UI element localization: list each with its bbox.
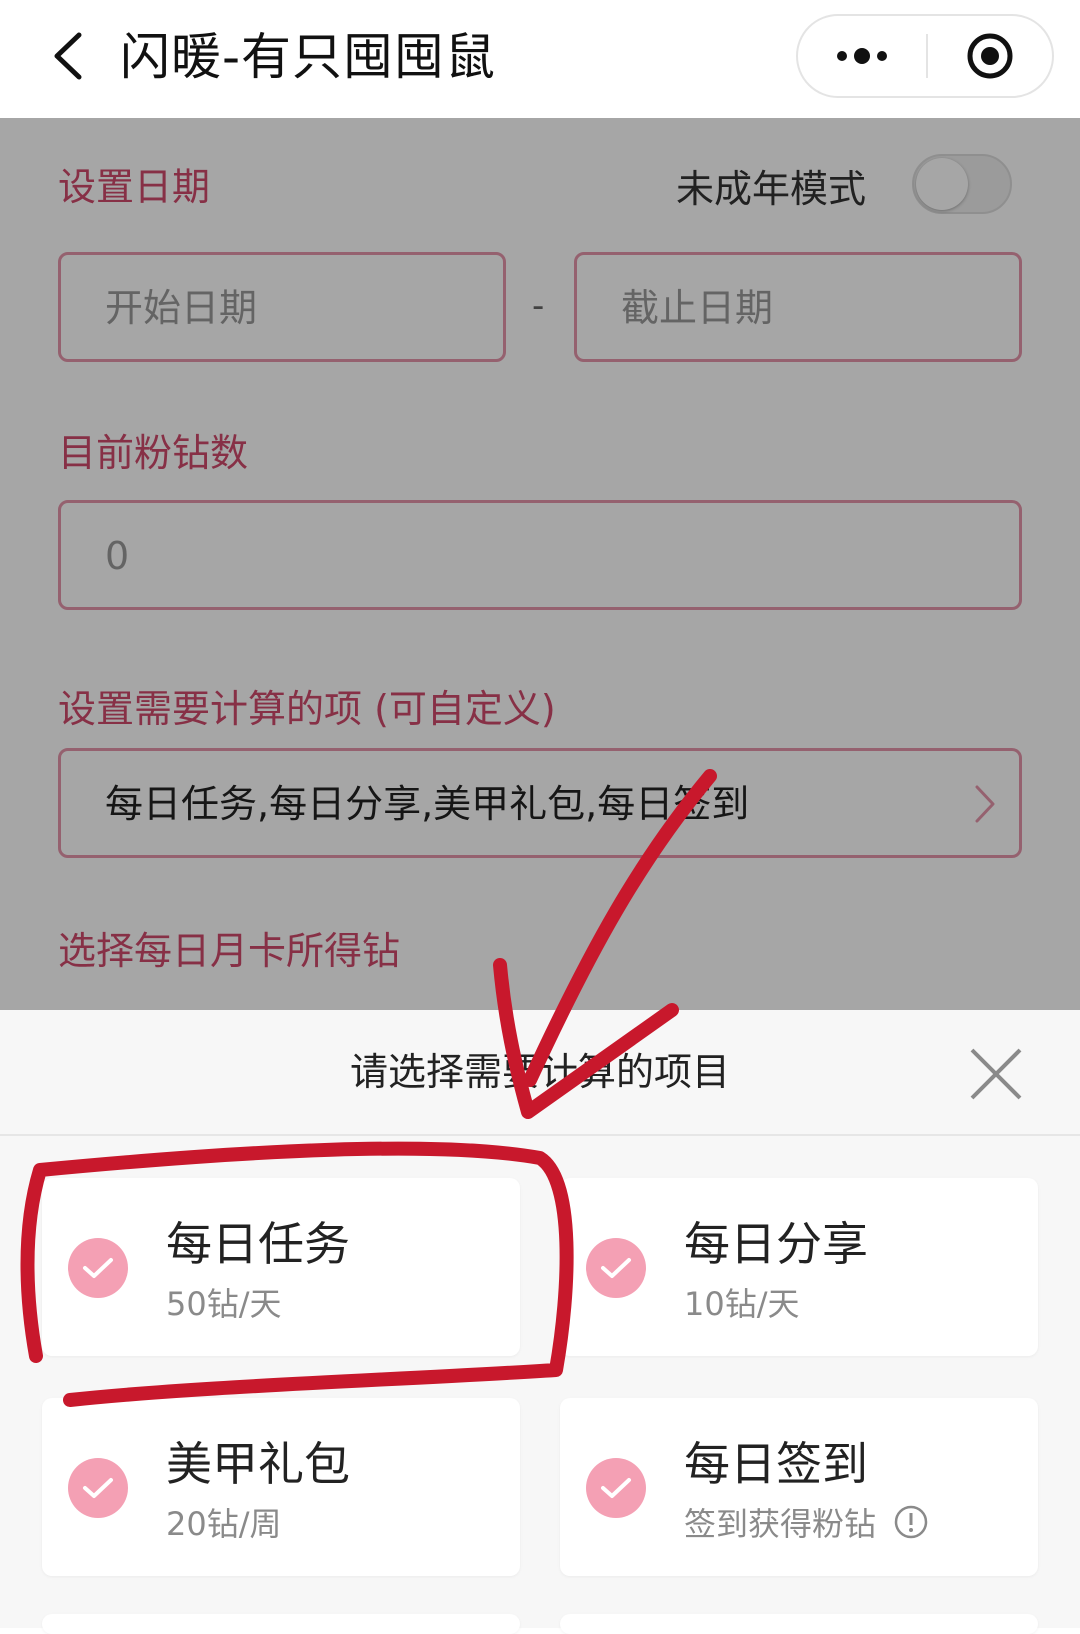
back-button[interactable]: [38, 26, 98, 86]
navbar: 闪暖-有只囤囤鼠: [0, 0, 1080, 118]
sheet-title: 请选择需要计算的项目: [349, 1050, 730, 1094]
option-reward: 10钻/天: [684, 1285, 800, 1323]
exit-mini-program-button[interactable]: [928, 16, 1052, 96]
option-daily-share[interactable]: 每日分享 10钻/天: [560, 1178, 1038, 1356]
check-icon: [586, 1238, 646, 1298]
more-button[interactable]: [798, 16, 926, 96]
chevron-left-icon: [54, 32, 82, 80]
option-daily-checkin[interactable]: 每日签到 签到获得粉钻: [560, 1398, 1038, 1576]
sheet-close-button[interactable]: [968, 1046, 1024, 1102]
option-partial[interactable]: [42, 1614, 520, 1634]
option-reward: 50钻/天: [166, 1285, 282, 1323]
option-name: 每日分享: [684, 1217, 868, 1271]
option-reward-text: 签到获得粉钻: [684, 1505, 877, 1543]
target-circle-icon: [967, 33, 1013, 79]
option-nail-gift[interactable]: 美甲礼包 20钻/周: [42, 1398, 520, 1576]
more-dots-icon: [837, 48, 887, 64]
check-icon: [586, 1458, 646, 1518]
modal-overlay[interactable]: [0, 118, 1080, 1010]
option-name: 每日任务: [166, 1217, 350, 1271]
option-daily-task[interactable]: 每日任务 50钻/天: [42, 1178, 520, 1356]
option-reward: 签到获得粉钻: [684, 1502, 928, 1546]
check-icon: [68, 1458, 128, 1518]
option-name: 美甲礼包: [166, 1437, 350, 1491]
mini-program-capsule: [796, 14, 1054, 98]
sheet-header: 请选择需要计算的项目: [0, 1010, 1080, 1136]
option-partial[interactable]: [560, 1614, 1038, 1634]
option-name: 每日签到: [684, 1437, 868, 1491]
option-reward: 20钻/周: [166, 1505, 282, 1543]
check-icon: [68, 1238, 128, 1298]
close-x-icon: [970, 1048, 1022, 1100]
info-icon[interactable]: [894, 1505, 928, 1539]
item-picker-sheet: 请选择需要计算的项目 每日任务 50钻/天 每日分享 10钻/天 美甲礼包 20…: [0, 1010, 1080, 1634]
page-title: 闪暖-有只囤囤鼠: [120, 28, 497, 86]
